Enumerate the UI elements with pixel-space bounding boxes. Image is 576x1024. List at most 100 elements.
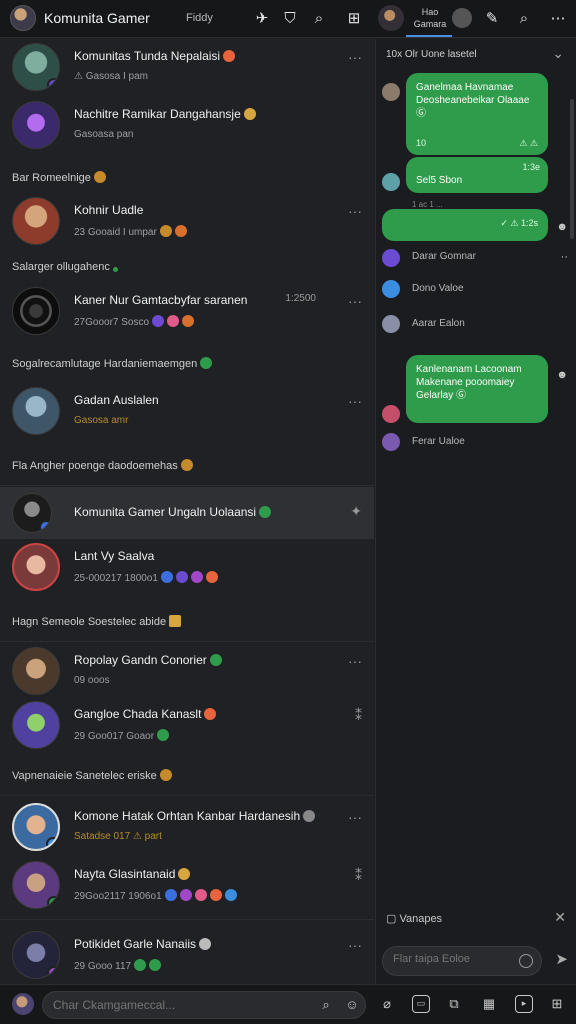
emoji-icon (190, 571, 203, 583)
grid-icon[interactable]: ⊞ (344, 9, 364, 29)
pin-icon[interactable]: ✈ (252, 9, 272, 29)
emoji-icon (199, 938, 212, 950)
chat-row[interactable]: Kaner Nur Gamtacbyfar saranen 1:2500 27G… (0, 285, 374, 337)
message-input[interactable] (53, 998, 303, 1012)
sender-avatar (382, 83, 400, 101)
chat-subtitle: ⚠ Gasosa I pam (74, 71, 148, 82)
close-icon[interactable]: ✕ (554, 909, 566, 926)
chat-subtitle: 23 Gooaid I umpar (74, 225, 187, 238)
message-icons: ⚠ ⚠ (519, 138, 538, 148)
emoji-picker-icon[interactable] (519, 954, 533, 968)
status-badge (47, 896, 59, 908)
send-icon[interactable]: ➤ (555, 950, 568, 968)
emoji-icon (259, 506, 272, 518)
chat-row[interactable]: Nachitre Ramikar Dangahansje Gasoasa pan (0, 99, 374, 151)
grid-apps-icon[interactable]: ⊞ (548, 995, 566, 1013)
message-input-box[interactable]: ⌕ ☺ (42, 991, 366, 1019)
message-bubble[interactable]: Ganelmaa Havnamae Deosheanebeikar Olaaae… (406, 73, 548, 155)
more-dots-icon[interactable]: ⁑ (355, 707, 362, 724)
shield-icon[interactable]: ⛉ (280, 9, 300, 29)
status-badge (46, 837, 58, 849)
member-name: Dono Valoe (412, 283, 464, 294)
chat-subtitle: 25-000217 1800o1 (74, 571, 218, 584)
chat-row[interactable]: Kohnir Uadle 23 Gooaid I umpar ··· (0, 195, 374, 247)
chat-title: Komunita Gamer Ungaln Uolaansi (74, 505, 272, 519)
sender-avatar (382, 315, 400, 333)
profile-avatar[interactable] (452, 8, 472, 28)
dots-icon[interactable]: ·· (561, 251, 568, 263)
search-icon[interactable]: ⌕ (317, 996, 335, 1014)
more-dots-icon[interactable]: ··· (348, 937, 362, 953)
divider (0, 919, 374, 920)
more-dots-icon[interactable]: ··· (348, 49, 362, 65)
more-dots-icon[interactable]: ··· (348, 653, 362, 669)
more-dots-icon[interactable]: ⁑ (355, 867, 362, 884)
chat-title: Komone Hatak Orhtan Kanbar Hardanesih (74, 809, 316, 823)
emoji-icon (209, 889, 222, 901)
section-header: Fla Angher poenge daodoemehas (12, 459, 193, 472)
emoji-icon (182, 315, 195, 327)
emoji-icon (209, 654, 222, 666)
user-avatar[interactable] (12, 993, 34, 1015)
chat-row[interactable]: Potikidet Garle Nanaiis 29 Gooo 117 ··· (0, 929, 374, 981)
reaction-icon[interactable]: ☻ (556, 369, 568, 381)
more-dots-icon[interactable]: ··· (348, 393, 362, 409)
emoji-icon (194, 889, 207, 901)
chevron-down-icon[interactable]: ⌄ (552, 45, 564, 62)
active-tab-indicator (406, 35, 452, 37)
contact-avatar[interactable] (378, 5, 404, 31)
chat-row[interactable]: Ropolay Gandn Conorier 09 ooos ··· (0, 645, 374, 697)
emoji-icon (174, 225, 187, 237)
attach-icon[interactable]: ⌀ (378, 995, 396, 1013)
gif-icon[interactable]: ▭ (412, 995, 430, 1013)
chat-row[interactable]: Gadan Auslalen Gasosa amr ··· (0, 385, 374, 437)
message-bubble[interactable]: Sel5 Sbon 1:3e (406, 157, 548, 193)
emoji-icon (167, 315, 180, 327)
sticker-icon[interactable]: ⧉ (445, 995, 463, 1013)
chat-row[interactable]: Nayta Glasintanaid 29Goo2117 1906o1 ⁑ (0, 859, 374, 911)
video-icon[interactable]: ▸ (515, 995, 533, 1013)
chat-row[interactable]: Lant Vy Saalva 25-000217 1800o1 (0, 541, 374, 593)
chat-avatar (12, 197, 60, 245)
reply-input-box[interactable] (382, 946, 542, 976)
chat-avatar (12, 931, 60, 979)
chat-title: Gadan Auslalen (74, 393, 159, 407)
divider (0, 795, 374, 796)
chat-subtitle: 27Gooor7 Sosco (74, 315, 195, 328)
chat-row-selected[interactable]: Komunita Gamer Ungaln Uolaansi ✦ (0, 487, 374, 539)
chat-row[interactable]: Komone Hatak Orhtan Kanbar Hardanesih Sa… (0, 801, 374, 853)
chat-title: Komunitas Tunda Nepalaisi (74, 49, 236, 63)
sender-avatar (382, 173, 400, 191)
chat-row[interactable]: Komunitas Tunda Nepalaisi ⚠ Gasosa I pam… (0, 41, 374, 93)
timestamp: 1:2500 (285, 293, 316, 304)
more-dots-icon[interactable]: ··· (348, 809, 362, 825)
emoji-icon (159, 769, 172, 781)
sender-avatar (382, 280, 400, 298)
edit-icon[interactable]: ✎ (482, 9, 502, 29)
right-tab-label[interactable]: Hao Gamara (410, 6, 450, 30)
chat-title: Ropolay Gandn Conorier (74, 653, 222, 667)
chat-row[interactable]: Gangloe Chada Kanaslt 29 Goo017 Goaor ⁑ (0, 699, 374, 751)
search-icon-right[interactable]: ⌕ (514, 9, 534, 29)
more-icon[interactable]: ⋯ (548, 9, 568, 29)
chat-avatar (12, 493, 52, 533)
message-time: 1 ac 1 ... (412, 200, 443, 209)
chat-subtitle: 09 ooos (74, 675, 110, 686)
chat-subtitle: Gasoasa pan (74, 129, 134, 140)
search-icon[interactable]: ⌕ (309, 9, 329, 29)
reaction-icon[interactable]: ☻ (556, 221, 568, 233)
attachment-label[interactable]: ▢ Vanapes (386, 912, 442, 925)
group-avatar[interactable] (10, 5, 36, 31)
scrollbar[interactable] (570, 99, 574, 239)
section-header: Sogalrecamlutage Hardaniemaemgen (12, 357, 213, 370)
message-count: 10 (416, 138, 427, 148)
message-bubble[interactable]: ✓ ⚠ 1:2s (382, 209, 548, 241)
reply-input[interactable] (393, 953, 513, 965)
calendar-icon[interactable]: ▦ (480, 995, 498, 1013)
more-dots-icon[interactable]: ··· (348, 293, 362, 309)
emoji-icon[interactable]: ☺ (343, 996, 361, 1014)
pin-icon[interactable]: ✦ (350, 503, 362, 520)
message-bubble[interactable]: Kanlenanam Lacoonam Makenane pooomaiey G… (406, 355, 548, 423)
more-dots-icon[interactable]: ··· (348, 203, 362, 219)
message-meta: 10 ⚠ ⚠ (416, 137, 538, 150)
